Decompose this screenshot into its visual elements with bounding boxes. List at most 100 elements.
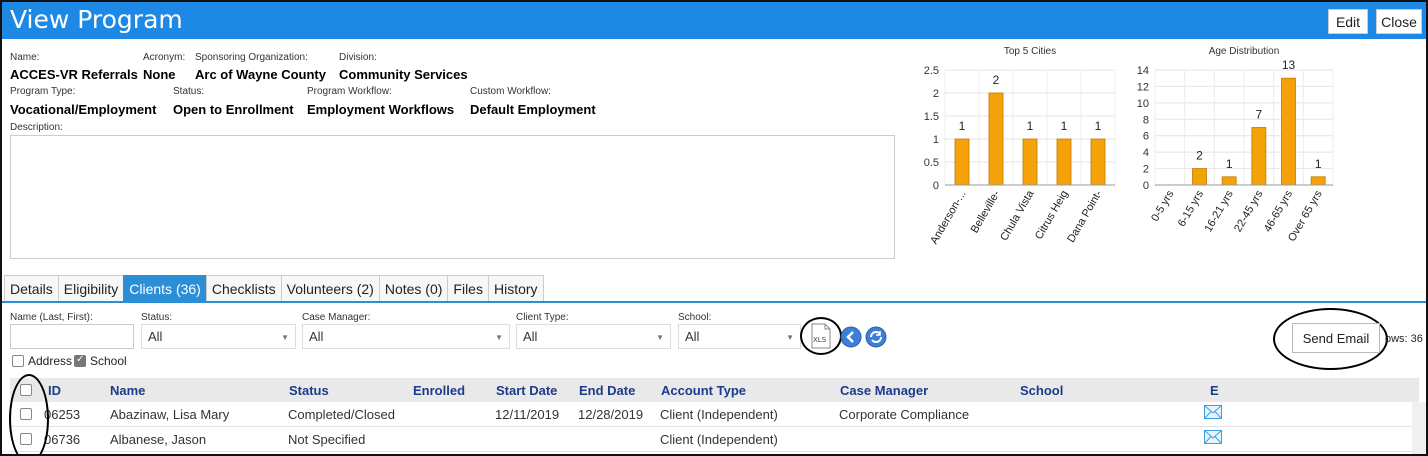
tab-details[interactable]: Details bbox=[4, 275, 59, 302]
custom-workflow-label: Custom Workflow: bbox=[470, 86, 551, 97]
xls-export-icon[interactable]: XLS bbox=[810, 323, 832, 352]
email-icon[interactable] bbox=[1204, 430, 1222, 447]
bar bbox=[1281, 77, 1296, 186]
tab-eligibility[interactable]: Eligibility bbox=[57, 275, 125, 302]
chevron-down-icon: ▼ bbox=[656, 333, 664, 342]
case-manager-filter-value: All bbox=[309, 329, 324, 344]
column-header-name[interactable]: Name bbox=[110, 383, 145, 398]
data-label: 2 bbox=[993, 73, 1000, 87]
data-label: 1 bbox=[1315, 157, 1322, 171]
tab-underline bbox=[2, 301, 1426, 303]
row-case-manager: Corporate Compliance bbox=[839, 407, 970, 422]
tab-notes[interactable]: Notes (0) bbox=[378, 275, 449, 302]
acronym-value: None bbox=[143, 67, 176, 82]
status-filter-select[interactable]: All ▼ bbox=[141, 324, 296, 349]
program-type-value: Vocational/Employment bbox=[10, 102, 157, 117]
column-header-enrolled[interactable]: Enrolled bbox=[413, 383, 465, 398]
chevron-down-icon: ▼ bbox=[281, 333, 289, 342]
close-button[interactable]: Close bbox=[1376, 9, 1422, 34]
row-status: Completed/Closed bbox=[288, 407, 395, 422]
program-window: View Program Edit Close Name: ACCES-VR R… bbox=[0, 0, 1428, 456]
tab-checklists[interactable]: Checklists bbox=[205, 275, 282, 302]
data-label: 1 bbox=[1095, 119, 1102, 133]
column-header-end-date[interactable]: End Date bbox=[579, 383, 635, 398]
data-label: 1 bbox=[959, 119, 966, 133]
top-cities-chart: Top 5 Cities 2.5 2 1.5 1 0.5 0 1 Anderson-... 2 Be… bbox=[907, 42, 1122, 272]
sponsor-value: Arc of Wayne County bbox=[195, 67, 326, 82]
column-header-case-manager[interactable]: Case Manager bbox=[840, 383, 928, 398]
status-value: Open to Enrollment bbox=[173, 102, 294, 117]
column-header-id[interactable]: ID bbox=[48, 383, 61, 398]
school-filter-select[interactable]: All ▼ bbox=[678, 324, 801, 349]
column-header-school[interactable]: School bbox=[1020, 383, 1063, 398]
school-filter-label: School: bbox=[678, 312, 712, 323]
y-tick-label: 0 bbox=[1143, 180, 1149, 192]
chart-title: Top 5 Cities bbox=[1004, 46, 1056, 57]
bar bbox=[988, 92, 1004, 186]
school-checkbox[interactable] bbox=[74, 354, 86, 367]
workflow-value: Employment Workflows bbox=[307, 102, 455, 117]
bar bbox=[954, 138, 970, 186]
row-account-type: Client (Independent) bbox=[660, 432, 778, 447]
data-label: 1 bbox=[1027, 119, 1034, 133]
x-tick-label: 46-65 yrs bbox=[1262, 188, 1296, 234]
bar bbox=[1090, 138, 1106, 186]
x-tick-label: 16-21 yrs bbox=[1202, 188, 1236, 234]
client-type-filter-select[interactable]: All ▼ bbox=[516, 324, 671, 349]
table-scrollbar[interactable] bbox=[1412, 402, 1426, 454]
division-value: Community Services bbox=[339, 67, 468, 82]
x-tick-label: Dana Point- bbox=[1065, 188, 1105, 245]
y-tick-label: 0.5 bbox=[924, 157, 939, 169]
chart-title: Age Distribution bbox=[1209, 46, 1280, 57]
row-count: ows: 36 bbox=[1385, 333, 1423, 345]
page-title: View Program bbox=[10, 5, 183, 34]
address-checkbox[interactable] bbox=[12, 355, 24, 367]
bar bbox=[1056, 138, 1072, 186]
chevron-down-icon: ▼ bbox=[495, 333, 503, 342]
y-tick-label: 1 bbox=[933, 134, 939, 146]
column-header-status[interactable]: Status bbox=[289, 383, 329, 398]
row-end-date: 12/28/2019 bbox=[578, 407, 644, 422]
row-status: Not Specified bbox=[288, 432, 366, 447]
workflow-label: Program Workflow: bbox=[307, 86, 392, 97]
bar bbox=[1310, 176, 1326, 186]
y-tick-label: 14 bbox=[1137, 65, 1149, 77]
email-icon[interactable] bbox=[1204, 405, 1222, 422]
edit-button[interactable]: Edit bbox=[1328, 9, 1368, 34]
y-tick-label: 2 bbox=[933, 88, 939, 100]
program-name: ACCES-VR Referrals bbox=[10, 67, 138, 82]
table-row[interactable]: 06736 Albanese, Jason Not Specified Clie… bbox=[10, 427, 1419, 452]
acronym-label: Acronym: bbox=[143, 52, 186, 63]
tab-files[interactable]: Files bbox=[447, 275, 489, 302]
y-tick-label: 2.5 bbox=[924, 65, 939, 77]
case-manager-filter-select[interactable]: All ▼ bbox=[302, 324, 510, 349]
row-name[interactable]: Abazinaw, Lisa Mary bbox=[110, 407, 229, 422]
send-email-button[interactable]: Send Email bbox=[1292, 323, 1380, 353]
tab-clients[interactable]: Clients (36) bbox=[123, 275, 207, 302]
tab-volunteers[interactable]: Volunteers (2) bbox=[280, 275, 380, 302]
chevron-down-icon: ▼ bbox=[786, 333, 794, 342]
bar bbox=[1251, 127, 1267, 186]
previous-arrow-icon[interactable] bbox=[840, 326, 862, 351]
status-filter-label: Status: bbox=[141, 312, 173, 323]
name-filter-input[interactable] bbox=[10, 324, 134, 349]
x-tick-label: Citrus Heig bbox=[1033, 189, 1071, 242]
title-bar: View Program Edit Close bbox=[2, 2, 1426, 39]
school-filter-value: All bbox=[685, 329, 700, 344]
column-header-account-type[interactable]: Account Type bbox=[661, 383, 746, 398]
y-tick-label: 0 bbox=[933, 180, 939, 192]
custom-workflow-value: Default Employment bbox=[470, 102, 596, 117]
column-header-start-date[interactable]: Start Date bbox=[496, 383, 557, 398]
table-row[interactable]: 06253 Abazinaw, Lisa Mary Completed/Clos… bbox=[10, 402, 1419, 427]
column-header-email[interactable]: E bbox=[1210, 383, 1219, 398]
refresh-icon[interactable] bbox=[865, 326, 887, 351]
top-cities-chart-svg: Top 5 Cities 2.5 2 1.5 1 0.5 0 1 Anderson-... 2 Be… bbox=[924, 46, 1116, 246]
bar bbox=[1221, 176, 1237, 186]
tab-history[interactable]: History bbox=[487, 275, 544, 302]
bar bbox=[1022, 138, 1038, 186]
row-name[interactable]: Albanese, Jason bbox=[110, 432, 206, 447]
x-tick-label: Belleville- bbox=[969, 188, 1003, 235]
x-tick-label: 0-5 yrs bbox=[1149, 188, 1176, 224]
x-tick-label: 22-45 yrs bbox=[1232, 188, 1266, 234]
case-manager-filter-label: Case Manager: bbox=[302, 312, 371, 323]
